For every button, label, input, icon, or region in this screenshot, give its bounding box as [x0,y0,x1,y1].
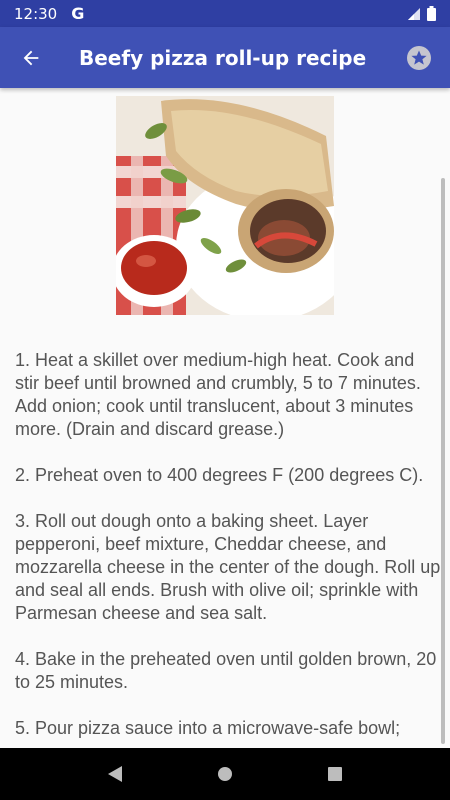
system-nav-bar [0,748,450,800]
recipe-steps: 1. Heat a skillet over medium-high heat.… [15,350,441,738]
status-icons [407,6,436,21]
page-title: Beefy pizza roll-up recipe [79,45,367,70]
nav-home-icon [218,767,232,781]
nav-recents-button[interactable] [315,754,355,794]
nav-home-button[interactable] [205,754,245,794]
recipe-content[interactable]: 1. Heat a skillet over medium-high heat.… [0,88,450,748]
favorite-button[interactable] [388,27,450,88]
app-bar: Beefy pizza roll-up recipe [0,27,450,88]
status-time: 12:30 [14,4,58,23]
signal-icon [408,7,420,20]
scrollbar[interactable] [441,178,445,744]
battery-icon [427,6,436,21]
back-button[interactable] [0,27,62,88]
star-icon [407,45,431,70]
nav-back-icon [108,766,122,782]
google-g-icon: G [71,4,85,23]
nav-back-button[interactable] [95,754,135,794]
pizza-roll-photo [116,96,334,315]
nav-recents-icon [328,767,342,781]
status-bar: 12:30 G [0,0,450,27]
arrow-back-icon [23,50,39,65]
